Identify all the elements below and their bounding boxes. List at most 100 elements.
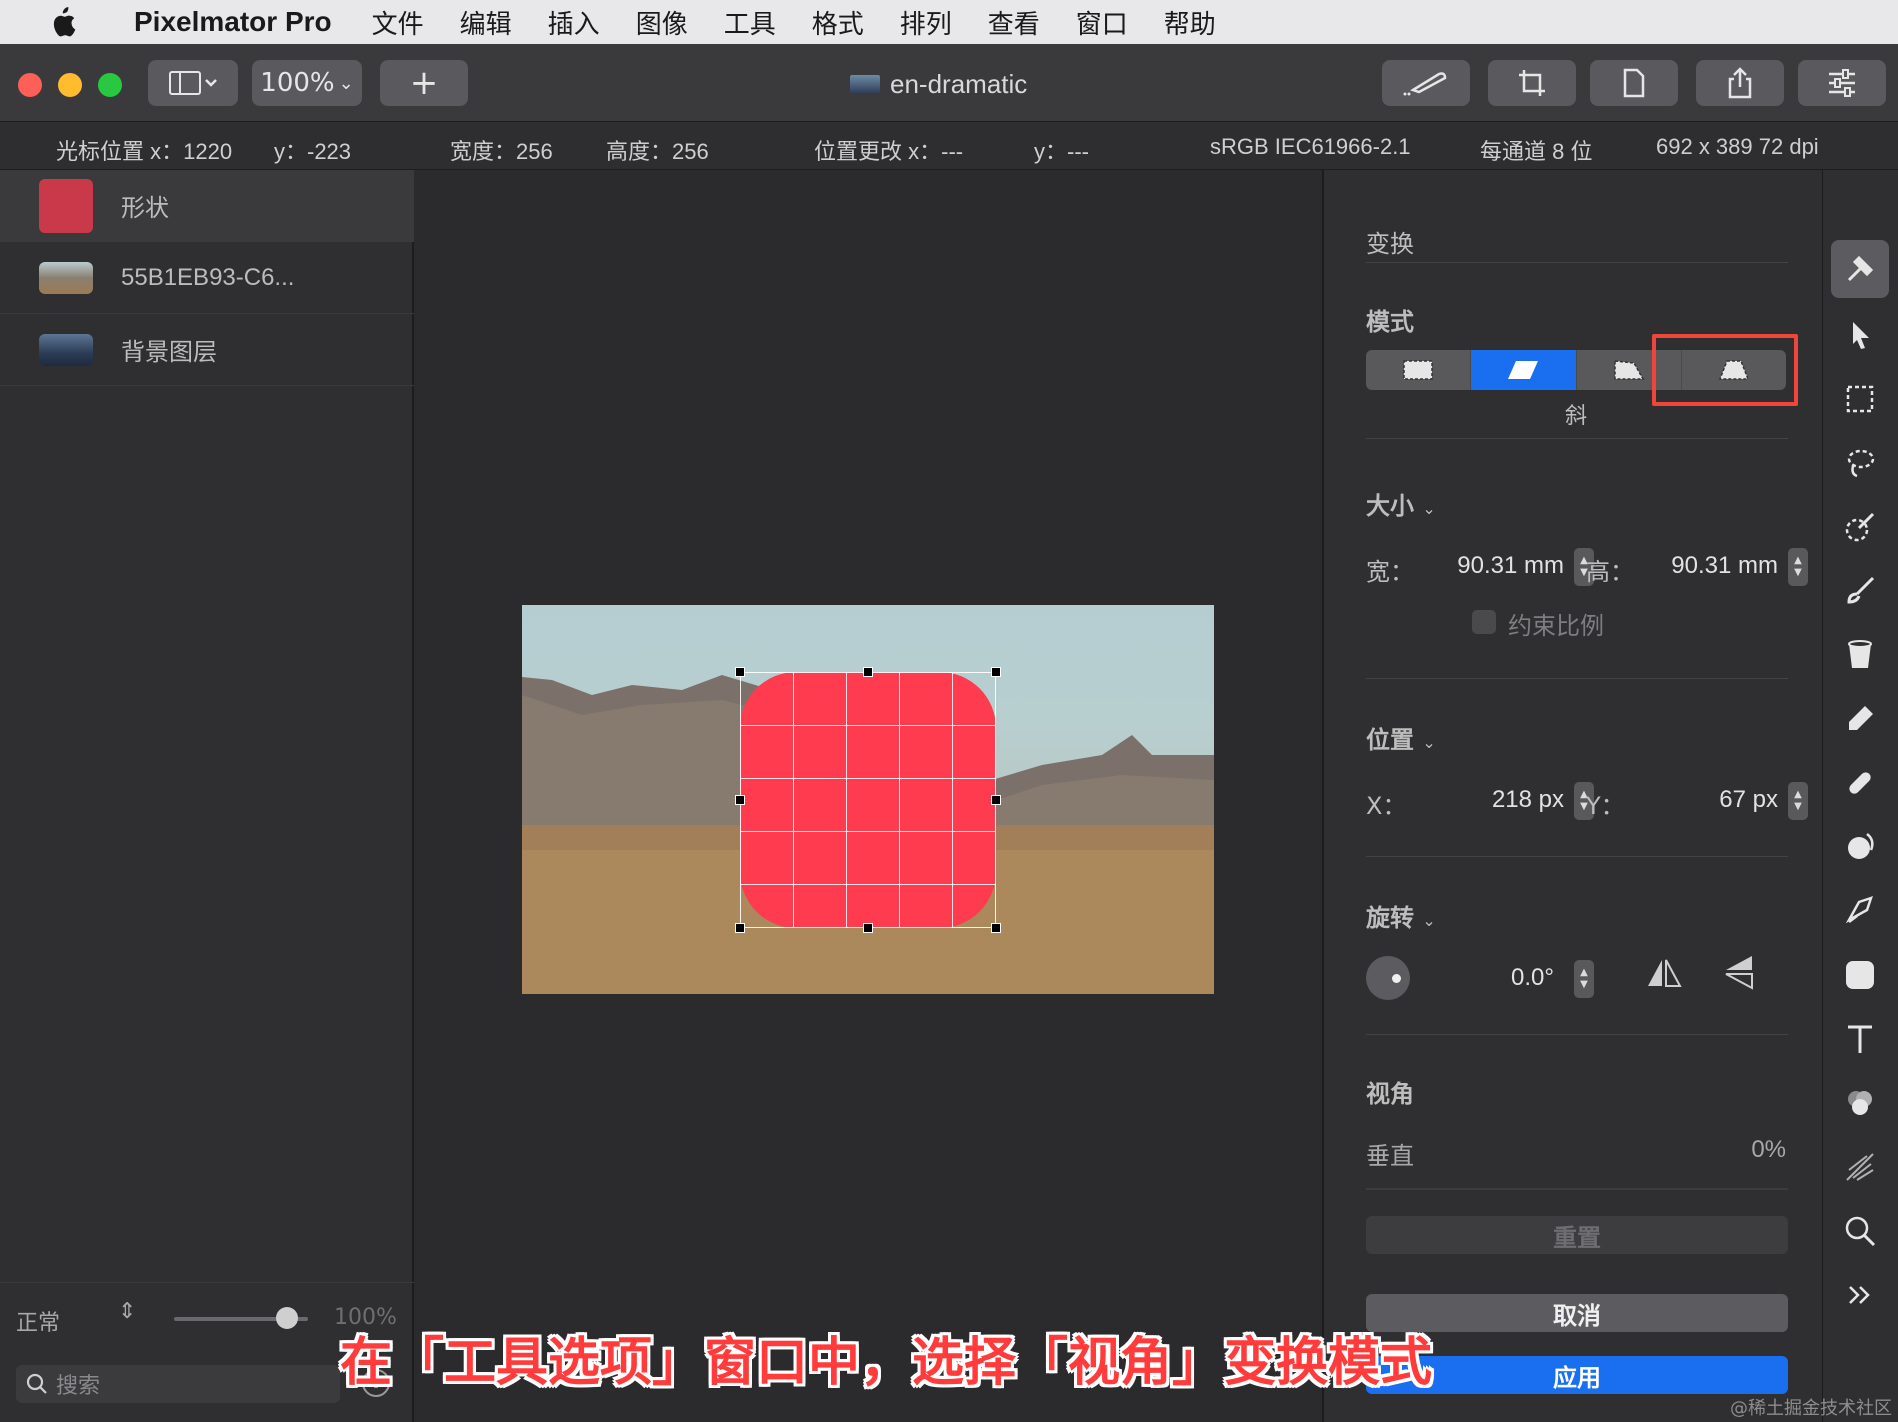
handle-bottom-center[interactable]	[863, 923, 873, 933]
height-stepper[interactable]: ▲ ▼	[1788, 548, 1808, 586]
handle-top-center[interactable]	[863, 667, 873, 677]
menu-file[interactable]: 文件	[372, 4, 424, 41]
canvas-area[interactable]	[416, 170, 1320, 1422]
rectangle-select-tool-button[interactable]	[1831, 370, 1889, 428]
app-name-menu[interactable]: Pixelmator Pro	[134, 6, 332, 38]
x-field[interactable]: 218 px	[1414, 786, 1564, 814]
divider	[1366, 438, 1788, 439]
more-tools-button[interactable]	[1831, 1266, 1889, 1324]
zoom-dropdown[interactable]: 100% ⌄	[252, 60, 362, 106]
crop-button[interactable]	[1488, 60, 1576, 106]
close-window-button[interactable]	[18, 73, 42, 97]
distort-tool-button[interactable]	[1831, 818, 1889, 876]
position-change-x-readout: 位置更改 x：---	[814, 139, 964, 164]
menu-image[interactable]: 图像	[636, 4, 688, 41]
size-label: 大小	[1366, 492, 1414, 520]
handle-middle-right[interactable]	[991, 795, 1001, 805]
constrain-proportions-checkbox[interactable]	[1472, 610, 1496, 634]
updown-chevron-icon[interactable]: ⇕	[118, 1299, 136, 1324]
reset-button[interactable]: 重置	[1366, 1216, 1788, 1254]
layer-row-image[interactable]: 55B1EB93-C6...	[0, 242, 414, 314]
document-button[interactable]	[1590, 60, 1678, 106]
pen-tool-button[interactable]	[1831, 882, 1889, 940]
layer-search-input[interactable]: 搜索	[16, 1365, 340, 1403]
opacity-slider-knob[interactable]	[275, 1307, 298, 1329]
layer-row-shape[interactable]: 形状	[0, 170, 414, 242]
retouch-tool-button[interactable]	[1831, 754, 1889, 812]
magnifier-icon	[1845, 1216, 1876, 1247]
apple-menu-icon[interactable]	[40, 6, 84, 38]
zoom-window-button[interactable]	[98, 73, 122, 97]
rotate-section-toggle[interactable]: 旋转 ⌄	[1366, 898, 1436, 933]
y-field[interactable]: 67 px	[1624, 786, 1778, 814]
handle-top-left[interactable]	[735, 667, 745, 677]
arrange-tool-button[interactable]	[1831, 240, 1889, 298]
vertical-label: 垂直	[1366, 1142, 1414, 1170]
menu-arrange[interactable]: 排列	[900, 4, 952, 41]
position-section-toggle[interactable]: 位置 ⌄	[1366, 720, 1436, 755]
menu-insert[interactable]: 插入	[548, 4, 600, 41]
handle-bottom-right[interactable]	[991, 923, 1001, 933]
shape-tool-button[interactable]	[1831, 946, 1889, 1004]
style-tool-button[interactable]	[1382, 60, 1470, 106]
layer-row-background[interactable]: 背景图层	[0, 314, 414, 386]
chevron-down-icon: ⌄	[338, 72, 354, 94]
flip-horizontal-icon[interactable]	[1644, 956, 1684, 992]
type-tool-button[interactable]	[1831, 1010, 1889, 1068]
handle-middle-left[interactable]	[735, 795, 745, 805]
quick-selection-tool-button[interactable]	[1831, 498, 1889, 556]
menu-format[interactable]: 格式	[812, 4, 864, 41]
document-image[interactable]	[522, 605, 1214, 994]
menu-window[interactable]: 窗口	[1076, 4, 1128, 41]
lasso-tool-button[interactable]	[1831, 434, 1889, 492]
height-field[interactable]: 90.31 mm	[1620, 552, 1778, 580]
layer-label: 形状	[121, 195, 169, 222]
section-title-transform: 变换	[1366, 230, 1414, 258]
rotation-field[interactable]: 0.0°	[1434, 964, 1554, 992]
color-circles-icon	[1848, 1091, 1872, 1115]
size-section-toggle[interactable]: 大小 ⌄	[1366, 486, 1436, 521]
tool-options-panel: 变换 模式 斜 大小 ⌄ 宽： 90.31 mm ▲ ▼ 高： 90.31 mm …	[1322, 170, 1822, 1422]
document-icon	[1623, 68, 1645, 98]
menu-help[interactable]: 帮助	[1164, 4, 1216, 41]
blend-mode-select[interactable]: 正常	[16, 1305, 60, 1337]
width-field[interactable]: 90.31 mm	[1404, 552, 1564, 580]
add-button[interactable]: +	[380, 60, 468, 106]
toolbar: 100% ⌄ + en-dramatic	[0, 44, 1898, 122]
adjustments-button[interactable]	[1798, 60, 1886, 106]
rotation-dial[interactable]	[1366, 956, 1410, 1000]
mode-skew-option[interactable]	[1471, 350, 1577, 390]
handle-top-right[interactable]	[991, 667, 1001, 677]
document-thumbnail-icon	[850, 75, 880, 93]
sidebar-toggle-button[interactable]	[148, 60, 238, 106]
minimize-window-button[interactable]	[58, 73, 82, 97]
erase-tool-button[interactable]	[1831, 690, 1889, 748]
vertical-value[interactable]: 0%	[1624, 1136, 1786, 1164]
arrow-cursor-icon	[1853, 322, 1869, 349]
menu-edit[interactable]: 编辑	[460, 4, 512, 41]
search-placeholder: 搜索	[56, 1374, 101, 1399]
paint-bucket-icon	[1848, 640, 1872, 668]
mode-scale-option[interactable]	[1366, 350, 1472, 390]
handle-bottom-left[interactable]	[735, 923, 745, 933]
effects-tool-button[interactable]	[1831, 1138, 1889, 1196]
marquee-icon	[1846, 385, 1874, 413]
eraser-icon	[1849, 706, 1873, 730]
paint-tool-button[interactable]	[1831, 562, 1889, 620]
color-adjust-tool-button[interactable]	[1831, 1074, 1889, 1132]
zoom-tool-button[interactable]	[1831, 1202, 1889, 1260]
lasso-icon	[1847, 449, 1875, 478]
quick-selection-icon	[1845, 512, 1875, 542]
layer-label: 背景图层	[121, 339, 217, 366]
vertical-perspective-slider[interactable]	[1366, 1188, 1788, 1190]
paint-bucket-tool-button[interactable]	[1831, 626, 1889, 684]
y-stepper[interactable]: ▲ ▼	[1788, 782, 1808, 820]
bandage-icon	[1849, 772, 1871, 794]
menu-view[interactable]: 查看	[988, 4, 1040, 41]
share-button[interactable]	[1696, 60, 1784, 106]
rotation-stepper[interactable]: ▲ ▼	[1574, 960, 1594, 998]
menu-tools[interactable]: 工具	[724, 4, 776, 41]
position-label: 位置	[1366, 726, 1414, 754]
flip-vertical-icon[interactable]	[1722, 952, 1758, 992]
move-tool-button[interactable]	[1831, 306, 1889, 364]
